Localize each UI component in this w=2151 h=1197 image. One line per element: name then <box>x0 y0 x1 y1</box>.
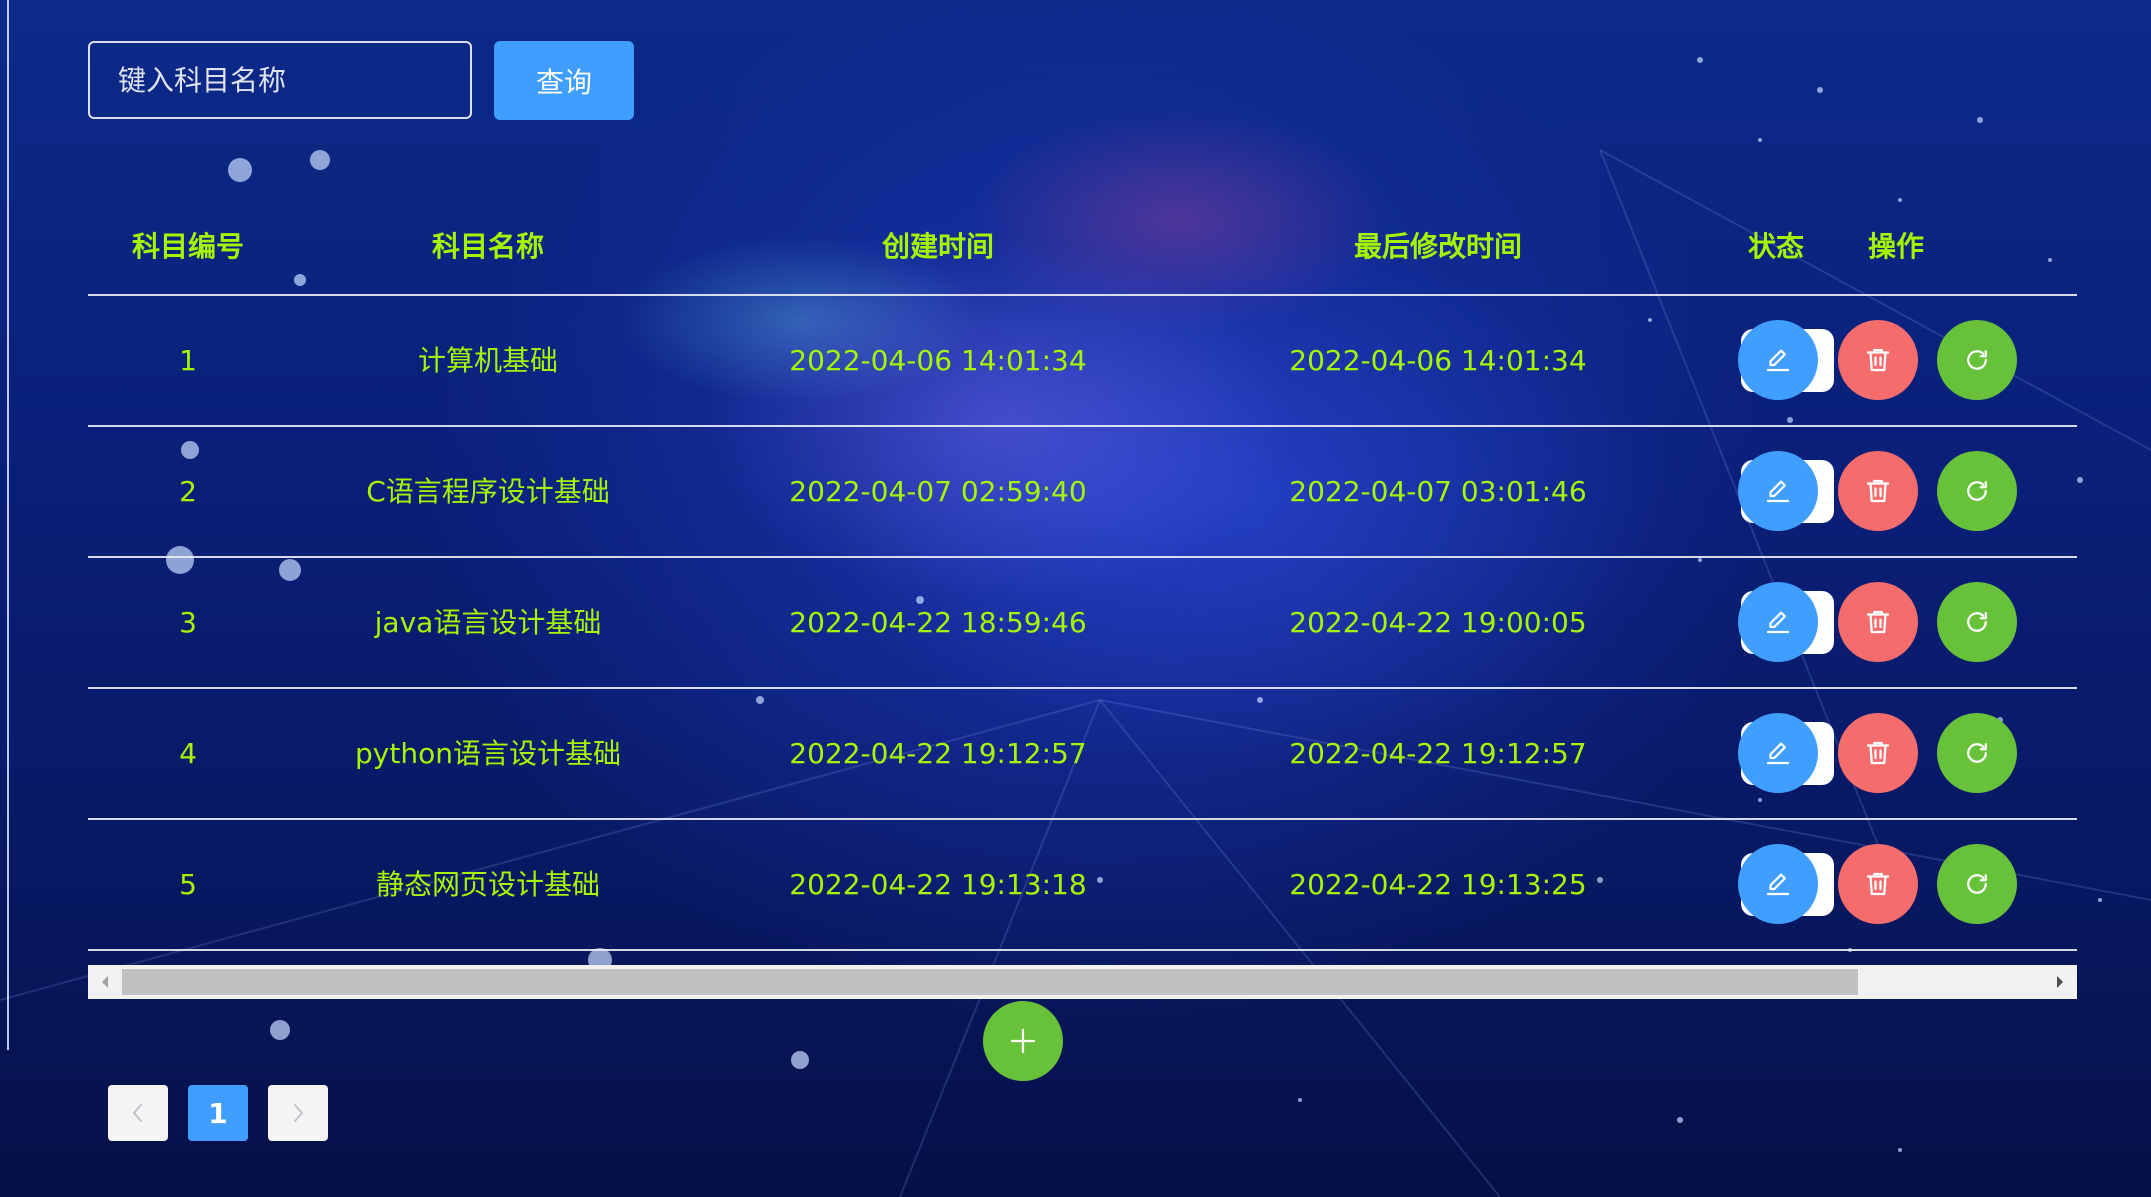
scroll-right-arrow-icon[interactable] <box>2043 965 2077 999</box>
refresh-icon <box>1967 481 1987 501</box>
header-status: 状态 <box>1747 230 1804 263</box>
add-subject-button[interactable] <box>983 1001 1063 1081</box>
horizontal-scrollbar[interactable] <box>88 965 2077 999</box>
delete-icon <box>1866 348 1890 372</box>
cell-subject-id: 5 <box>179 868 197 901</box>
pagination-next-button[interactable] <box>268 1085 328 1141</box>
delete-button[interactable] <box>1838 451 1918 531</box>
header-operations: 操作 <box>1867 230 1924 263</box>
cell-subject-id: 4 <box>179 737 197 770</box>
delete-button[interactable] <box>1838 844 1918 924</box>
table-row: 3 java语言设计基础 2022-04-22 18:59:46 2022-04… <box>88 558 2077 689</box>
edit-button[interactable] <box>1738 451 1818 531</box>
scrollbar-thumb[interactable] <box>122 969 1858 995</box>
pagination-page-button[interactable]: 1 <box>188 1085 248 1141</box>
cell-modified-time: 2022-04-22 19:13:25 <box>1289 868 1587 901</box>
edit-icon <box>1766 611 1790 634</box>
search-button[interactable]: 查询 <box>494 41 634 120</box>
cell-subject-name: python语言设计基础 <box>355 737 621 770</box>
edit-icon <box>1766 480 1790 503</box>
delete-icon <box>1866 741 1890 765</box>
cell-modified-time: 2022-04-06 14:01:34 <box>1289 344 1587 377</box>
reset-button[interactable] <box>1937 451 2017 531</box>
pagination-prev-button[interactable] <box>108 1085 168 1141</box>
cell-subject-name: 静态网页设计基础 <box>375 868 600 901</box>
refresh-icon <box>1967 350 1987 370</box>
reset-button[interactable] <box>1937 320 2017 400</box>
delete-icon <box>1866 479 1890 503</box>
chevron-right-icon <box>294 1104 303 1122</box>
edit-icon <box>1766 349 1790 372</box>
edit-button[interactable] <box>1738 844 1818 924</box>
header-created-time: 创建时间 <box>881 230 994 263</box>
subject-table: 科目编号 科目名称 创建时间 最后修改时间 状态 操作 1 计算机基础 2022… <box>88 200 2077 951</box>
cell-subject-name: C语言程序设计基础 <box>366 475 610 508</box>
edit-button[interactable] <box>1738 713 1818 793</box>
edit-button[interactable] <box>1738 582 1818 662</box>
delete-button[interactable] <box>1838 320 1918 400</box>
cell-subject-id: 3 <box>179 606 197 639</box>
cell-subject-id: 2 <box>179 475 197 508</box>
reset-button[interactable] <box>1937 582 2017 662</box>
header-subject-name: 科目名称 <box>431 230 544 263</box>
edit-icon <box>1766 742 1790 765</box>
table-row: 2 C语言程序设计基础 2022-04-07 02:59:40 2022-04-… <box>88 427 2077 558</box>
cell-created-time: 2022-04-22 19:12:57 <box>789 737 1087 770</box>
cell-modified-time: 2022-04-22 19:00:05 <box>1289 606 1587 639</box>
reset-button[interactable] <box>1937 844 2017 924</box>
cell-created-time: 2022-04-22 19:13:18 <box>789 868 1087 901</box>
chevron-left-icon <box>133 1104 142 1122</box>
delete-button[interactable] <box>1838 582 1918 662</box>
table-row: 4 python语言设计基础 2022-04-22 19:12:57 2022-… <box>88 689 2077 820</box>
edit-button[interactable] <box>1738 320 1818 400</box>
edit-icon <box>1766 873 1790 896</box>
cell-created-time: 2022-04-06 14:01:34 <box>789 344 1087 377</box>
table-row: 5 静态网页设计基础 2022-04-22 19:13:18 2022-04-2… <box>88 820 2077 951</box>
cell-modified-time: 2022-04-22 19:12:57 <box>1289 737 1587 770</box>
reset-button[interactable] <box>1937 713 2017 793</box>
left-border-line <box>7 0 9 1050</box>
delete-icon <box>1866 872 1890 896</box>
cell-subject-name: java语言设计基础 <box>374 606 602 639</box>
header-subject-id: 科目编号 <box>131 230 244 263</box>
cell-subject-id: 1 <box>179 344 197 377</box>
search-input[interactable] <box>88 41 472 119</box>
cell-modified-time: 2022-04-07 03:01:46 <box>1289 475 1587 508</box>
header-modified-time: 最后修改时间 <box>1353 230 1522 263</box>
plus-icon <box>1010 1028 1036 1054</box>
cell-created-time: 2022-04-22 18:59:46 <box>789 606 1087 639</box>
refresh-icon <box>1967 743 1987 763</box>
refresh-icon <box>1967 874 1987 894</box>
refresh-icon <box>1967 612 1987 632</box>
table-row: 1 计算机基础 2022-04-06 14:01:34 2022-04-06 1… <box>88 296 2077 427</box>
delete-icon <box>1866 610 1890 634</box>
scroll-left-arrow-icon[interactable] <box>88 965 122 999</box>
table-header: 科目编号 科目名称 创建时间 最后修改时间 状态 操作 <box>88 200 2077 296</box>
delete-button[interactable] <box>1838 713 1918 793</box>
cell-subject-name: 计算机基础 <box>417 344 558 377</box>
cell-created-time: 2022-04-07 02:59:40 <box>789 475 1087 508</box>
